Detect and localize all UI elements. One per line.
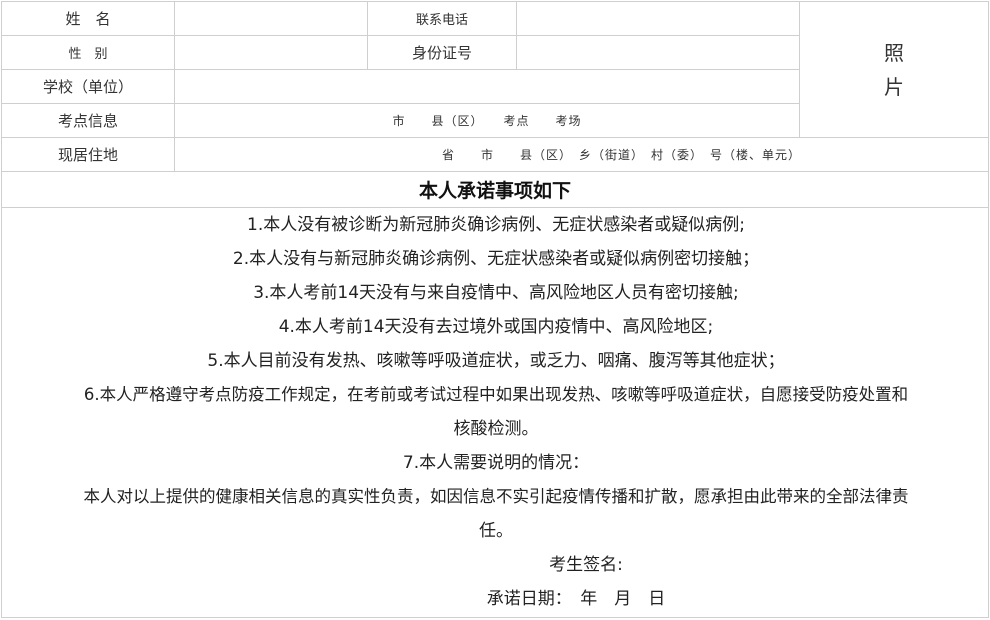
commitment-title: 本人承诺事项如下 [2,172,988,208]
commitment-item-6-cont: 核酸检测。 [453,419,539,439]
school-label: 学校（单位） [2,70,175,104]
signature-label: 考生签名: [549,555,623,575]
id-number-label: 身份证号 [368,36,517,70]
commitment-item-6: 6.本人严格遵守考点防疫工作规定，在考前或考试过程中如果出现发热、咳嗽等呼吸道症… [83,385,909,404]
id-number-field[interactable] [517,36,800,70]
exam-info-field[interactable]: 市 县（区） 考点 考场 [175,104,800,138]
phone-field[interactable] [517,2,800,36]
photo-char-1: 照 [884,40,904,65]
commitment-item-7: 7.本人需要说明的情况： [402,453,590,473]
commitment-item-3: 3.本人考前14天没有与来自疫情中、高风险地区人员有密切接触; [253,283,739,303]
commitment-form: 姓 名 联系电话 性 别 身份证号 学校（单位） 考点信息 市 县（区） 考点 … [1,1,989,618]
photo-box: 照 片 [800,2,988,138]
gender-label: 性 别 [2,36,175,70]
address-field[interactable]: 省 市 县（区） 乡（街道） 村（委） 号（楼、单元） [175,138,988,172]
name-label: 姓 名 [2,2,175,36]
commitment-item-5: 5.本人目前没有发热、咳嗽等呼吸道症状，或乏力、咽痛、腹泻等其他症状； [207,351,785,371]
address-label: 现居住地 [2,138,175,172]
school-field[interactable] [175,70,800,104]
exam-info-label: 考点信息 [2,104,175,138]
gender-field[interactable] [175,36,368,70]
name-field[interactable] [175,2,368,36]
photo-char-2: 片 [884,74,904,99]
phone-label: 联系电话 [368,2,517,36]
commitment-item-4: 4.本人考前14天没有去过境外或国内疫情中、高风险地区; [278,317,714,337]
statement-line-1: 本人对以上提供的健康相关信息的真实性负责，如因信息不实引起疫情传播和扩散，愿承担… [83,487,909,506]
statement-line-2: 任。 [479,521,513,541]
commitment-item-2: 2.本人没有与新冠肺炎确诊病例、无症状感染者或疑似病例密切接触； [232,249,760,269]
date-label: 承诺日期： 年 月 日 [486,589,666,609]
commitment-item-1: 1.本人没有被诊断为新冠肺炎确诊病例、无症状感染者或疑似病例; [247,215,745,235]
